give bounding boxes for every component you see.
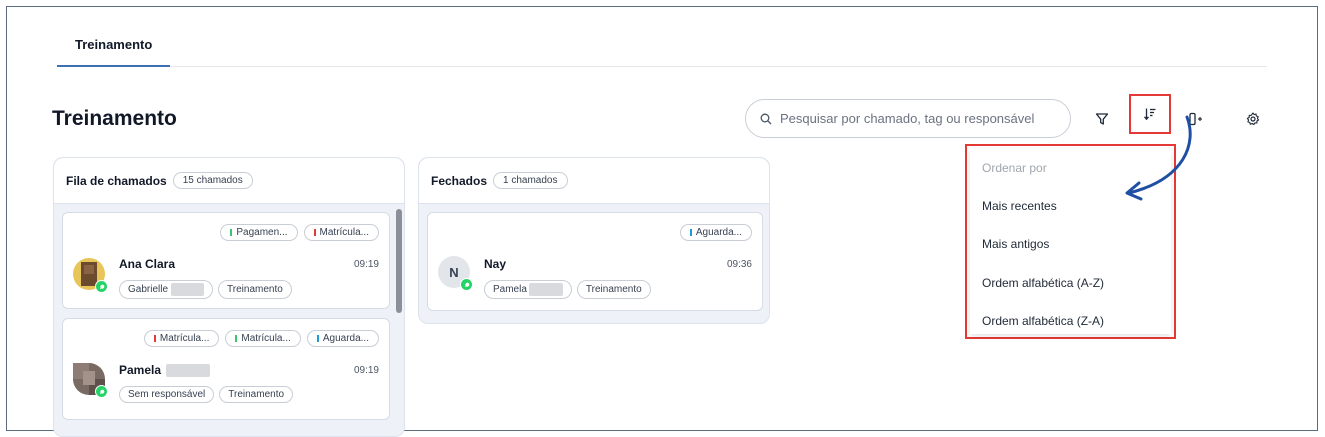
redacted-text — [528, 283, 563, 296]
tag-label: Aguarda... — [322, 333, 369, 344]
tag[interactable]: Aguarda... — [306, 330, 379, 347]
column-header: Fila de chamados 15 chamados — [54, 158, 404, 204]
sort-menu-header: Ordenar por — [982, 161, 1047, 175]
tag-color-marker — [230, 229, 233, 236]
avatar — [73, 363, 108, 398]
tag[interactable]: Matrícula... — [303, 224, 379, 241]
assignee-chip[interactable]: Pamela — [484, 280, 572, 299]
ticket-time: 09:36 — [726, 259, 752, 270]
avatar: N — [438, 256, 473, 291]
search-box[interactable] — [745, 99, 1071, 138]
contact-name-text: Pamela — [119, 363, 162, 377]
sort-option-alfabetica-az[interactable]: Ordem alfabética (A-Z) — [982, 276, 1104, 290]
assignee-chip[interactable]: Sem responsável — [119, 386, 215, 403]
ticket-card[interactable]: Aguarda... N Nay 09:36 Pamela Treinament… — [427, 212, 763, 311]
tag-label: Matrícula... — [319, 227, 369, 238]
column-header: Fechados 1 chamados — [419, 158, 769, 204]
queue-chip[interactable]: Treinamento — [219, 386, 294, 403]
gear-icon — [1246, 112, 1260, 126]
redacted-text — [171, 283, 205, 296]
tag[interactable]: Pagamen... — [220, 224, 298, 241]
whatsapp-icon — [95, 385, 108, 398]
ticket-time: 09:19 — [353, 365, 379, 376]
tag-label: Aguarda... — [695, 227, 742, 238]
tag-color-marker — [153, 335, 156, 342]
annotation-arrow — [1125, 115, 1192, 201]
sort-option-alfabetica-za[interactable]: Ordem alfabética (Z-A) — [982, 314, 1104, 328]
search-input[interactable] — [780, 111, 1060, 126]
avatar — [73, 258, 108, 293]
search-icon — [760, 113, 772, 124]
count-badge: 15 chamados — [172, 172, 253, 189]
tag[interactable]: Matrícula... — [225, 330, 301, 347]
contact-name: Pamela — [119, 363, 211, 377]
sort-option-mais-antigos[interactable]: Mais antigos — [982, 237, 1049, 251]
column-title: Fila de chamados — [66, 173, 167, 188]
tag-list: Pagamen... Matrícula... — [220, 224, 379, 241]
assignee-name: Pamela — [493, 284, 527, 295]
chip-list: Sem responsável Treinamento — [119, 386, 294, 403]
redacted-text — [166, 363, 211, 377]
tag-label: Matrícula... — [159, 333, 210, 344]
tag-list: Aguarda... — [679, 224, 752, 241]
settings-button[interactable] — [1240, 106, 1266, 132]
scrollbar[interactable] — [396, 209, 402, 313]
queue-chip[interactable]: Treinamento — [218, 280, 292, 299]
assignee-chip[interactable]: Gabrielle — [119, 280, 214, 299]
tag-color-marker — [689, 229, 692, 236]
tag[interactable]: Aguarda... — [679, 224, 752, 241]
column-fechados: Fechados 1 chamados Aguarda... N Nay 09:… — [418, 157, 770, 324]
queue-chip[interactable]: Treinamento — [576, 280, 651, 299]
chip-list: Pamela Treinamento — [484, 280, 651, 299]
assignee-name: Gabrielle — [128, 284, 169, 295]
chip-list: Gabrielle Treinamento — [119, 280, 292, 299]
whatsapp-icon — [460, 278, 473, 291]
contact-name: Ana Clara — [119, 257, 176, 271]
avatar-initial: N — [449, 264, 459, 280]
tag-color-marker — [235, 335, 238, 342]
column-title: Fechados — [431, 173, 488, 188]
sort-option-mais-recentes[interactable]: Mais recentes — [982, 199, 1057, 213]
filter-button[interactable] — [1089, 106, 1115, 132]
tag-color-marker — [313, 229, 316, 236]
ticket-time: 09:19 — [353, 259, 379, 270]
column-fila-de-chamados: Fila de chamados 15 chamados Pagamen... … — [53, 157, 405, 437]
tag-label: Pagamen... — [236, 227, 288, 238]
ticket-card[interactable]: Matrícula... Matrícula... Aguarda... Pam… — [62, 318, 390, 420]
tag[interactable]: Matrícula... — [143, 330, 220, 347]
whatsapp-icon — [95, 280, 108, 293]
tab-bar: Treinamento — [57, 27, 1267, 67]
tag-list: Matrícula... Matrícula... Aguarda... — [143, 330, 379, 347]
filter-icon — [1095, 113, 1109, 125]
contact-name: Nay — [484, 257, 507, 271]
tag-label: Matrícula... — [241, 333, 291, 344]
ticket-card[interactable]: Pagamen... Matrícula... Ana Clara 09:19 … — [62, 212, 390, 309]
tag-color-marker — [316, 335, 319, 342]
tab-treinamento[interactable]: Treinamento — [57, 27, 171, 67]
page-title: Treinamento — [52, 107, 177, 130]
count-badge: 1 chamados — [493, 172, 568, 189]
